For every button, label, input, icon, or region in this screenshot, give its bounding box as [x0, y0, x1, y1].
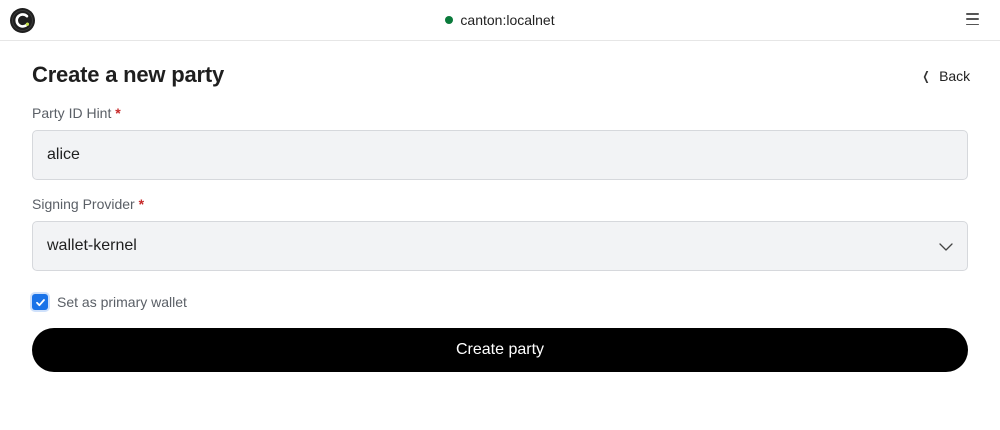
signing-provider-label: Signing Provider *	[32, 196, 145, 212]
signing-provider-select[interactable]: wallet-kernel	[32, 221, 968, 271]
party-id-hint-label: Party ID Hint *	[32, 105, 121, 121]
network-name: canton:localnet	[460, 12, 555, 28]
back-button[interactable]: ❮ Back	[921, 66, 971, 86]
page-title: Create a new party	[32, 62, 225, 87]
top-bar: canton:localnet	[0, 0, 1000, 41]
primary-wallet-label[interactable]: Set as primary wallet	[57, 294, 187, 310]
network-indicator: canton:localnet	[0, 0, 1000, 40]
required-marker: *	[138, 196, 145, 212]
signing-provider-value: wallet-kernel	[47, 237, 137, 254]
chevron-down-icon	[939, 243, 953, 251]
party-id-hint-input[interactable]	[32, 130, 968, 180]
hamburger-menu-icon[interactable]	[966, 13, 979, 25]
create-party-button[interactable]: Create party	[32, 328, 968, 372]
primary-wallet-checkbox[interactable]	[32, 294, 48, 310]
chevron-left-icon: ❮	[922, 69, 930, 83]
checkmark-icon	[35, 298, 45, 306]
network-status-dot	[445, 16, 454, 24]
primary-wallet-option: Set as primary wallet	[32, 292, 187, 312]
back-label: Back	[939, 68, 971, 84]
required-marker: *	[115, 105, 121, 121]
